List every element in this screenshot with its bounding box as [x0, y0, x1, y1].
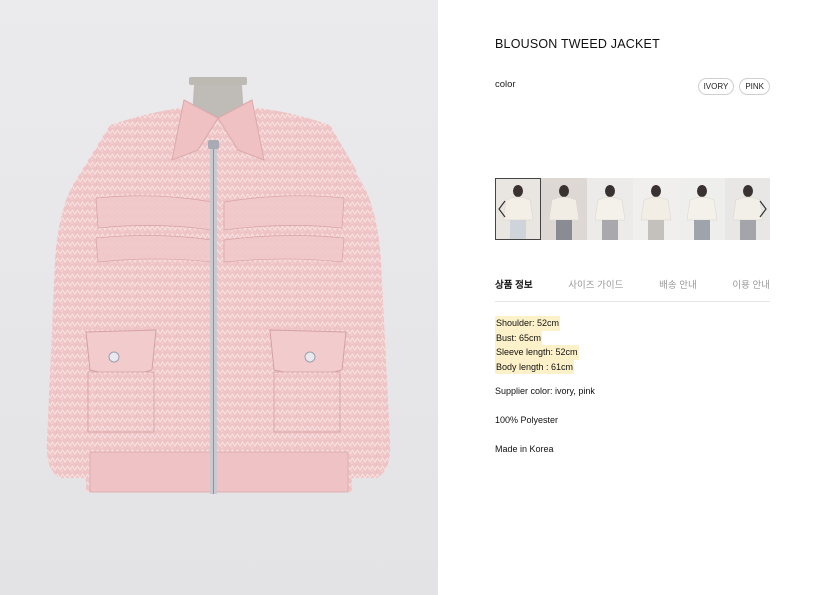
color-option-ivory[interactable]: IVORY — [697, 78, 735, 95]
tab-size-guide[interactable]: 사이즈 가이드 — [568, 277, 623, 301]
material: 100% Polyester — [495, 415, 559, 425]
gallery-thumb[interactable] — [633, 178, 679, 240]
color-option-pink[interactable]: PINK — [739, 78, 770, 95]
image-gallery — [495, 178, 770, 240]
product-title: BLOUSON TWEED JACKET — [495, 37, 660, 51]
jacket-illustration — [46, 77, 391, 494]
gallery-thumb[interactable] — [679, 178, 725, 240]
chevron-right-icon[interactable] — [756, 196, 770, 222]
tab-shipping-info[interactable]: 배송 안내 — [659, 277, 697, 301]
tab-product-info[interactable]: 상품 정보 — [495, 277, 533, 301]
color-label: color — [495, 79, 516, 90]
gallery-thumb[interactable] — [541, 178, 587, 240]
origin: Made in Korea — [495, 444, 554, 454]
supplier-color: Supplier color: ivory, pink — [495, 386, 595, 396]
size-specs: Shoulder: 52cm Bust: 65cm Sleeve length:… — [495, 313, 579, 374]
gallery-thumb[interactable] — [587, 178, 633, 240]
info-tabs: 상품 정보 사이즈 가이드 배송 안내 이용 안내 — [495, 277, 770, 302]
product-details: BLOUSON TWEED JACKET color IVORY PINK 상품… — [495, 0, 770, 595]
tab-usage-info[interactable]: 이용 안내 — [732, 277, 770, 301]
chevron-left-icon[interactable] — [495, 196, 509, 222]
spec-body-length: Body length : 61cm — [495, 359, 575, 374]
product-image — [0, 0, 438, 595]
color-options: IVORY PINK — [697, 78, 770, 95]
